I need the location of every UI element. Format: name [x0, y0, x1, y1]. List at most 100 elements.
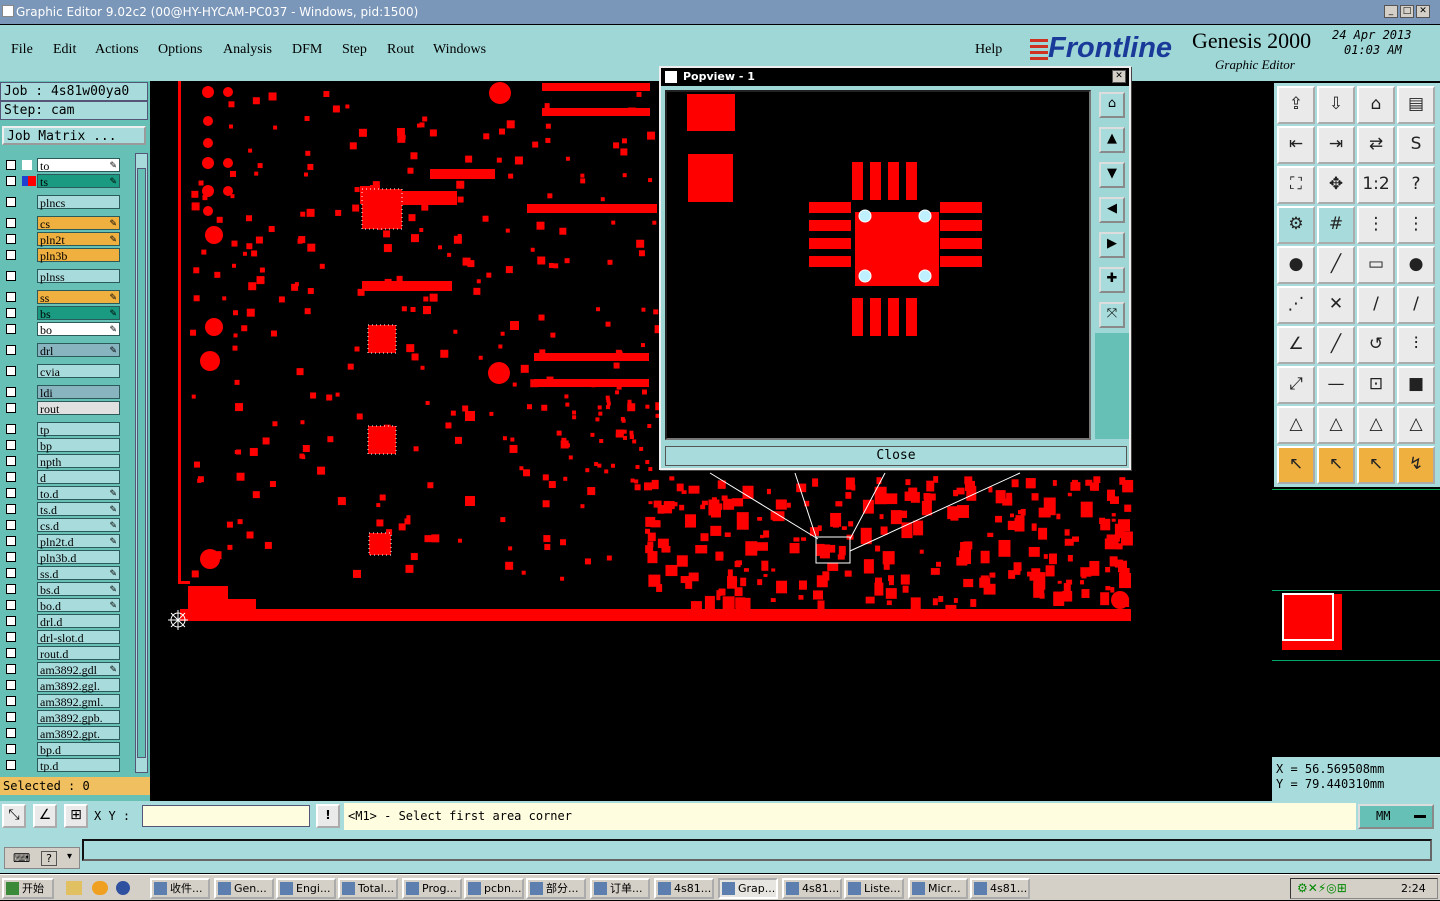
layer-row-drl[interactable]: drl ✎	[4, 343, 120, 358]
swap-icon[interactable]: ⇄	[1357, 126, 1395, 164]
layer-name[interactable]: bp.d	[37, 742, 120, 757]
layer-row-to-d[interactable]: to.d ✎	[4, 486, 120, 501]
layer-row-am3892-ggl-[interactable]: am3892.ggl.	[4, 678, 120, 693]
pan-up-icon[interactable]: ▲	[1099, 127, 1125, 153]
quicklaunch-icon[interactable]	[92, 881, 108, 895]
zoom-home-icon[interactable]: ⌂	[1099, 92, 1125, 118]
tri3-icon[interactable]: △	[1357, 406, 1395, 444]
maximize-button[interactable]: □	[1400, 5, 1414, 18]
next-icon[interactable]: ⇥	[1317, 126, 1355, 164]
layer-name[interactable]: bs.d	[37, 582, 120, 597]
menu-windows[interactable]: Windows	[433, 42, 486, 58]
open-icon[interactable]: ⇪	[1277, 86, 1315, 124]
layer-name[interactable]: tp.d	[37, 758, 120, 772]
layer-name[interactable]: pln3b.d	[37, 550, 120, 565]
layer-checkbox[interactable]	[6, 568, 16, 578]
layer-row-drl-d[interactable]: drl.d	[4, 614, 120, 629]
snap-icon[interactable]: ⋮	[1357, 206, 1395, 244]
layer-row-bp[interactable]: bp	[4, 438, 120, 453]
pointer-icon[interactable]: ↖	[1277, 446, 1315, 484]
tri4-icon[interactable]: △	[1397, 406, 1435, 444]
popview-close-icon[interactable]: ✕	[1112, 70, 1126, 83]
layer-affected-marker[interactable]	[22, 160, 32, 170]
menu-rout[interactable]: Rout	[387, 42, 414, 58]
layer-row-am3892-gml-[interactable]: am3892.gml.	[4, 694, 120, 709]
taskbar-item[interactable]: Prog...	[402, 878, 462, 899]
spread-icon[interactable]: ⫶	[1397, 326, 1435, 364]
layer-name[interactable]: bo	[37, 322, 120, 337]
layer-checkbox[interactable]	[6, 664, 16, 674]
route-icon[interactable]: ↯	[1397, 446, 1435, 484]
layer-name[interactable]: plnss	[37, 269, 120, 284]
layer-name[interactable]: npth	[37, 454, 120, 469]
slash-icon[interactable]: ╱	[1317, 326, 1355, 364]
layer-row-pln2t-d[interactable]: pln2t.d ✎	[4, 534, 120, 549]
minimize-button[interactable]: _	[1384, 5, 1398, 18]
layer-name[interactable]: cvia	[37, 364, 120, 379]
taskbar-item[interactable]: Engi...	[276, 878, 336, 899]
zoom-fit-icon[interactable]: ⤧	[1099, 302, 1125, 328]
layer-checkbox[interactable]	[6, 324, 16, 334]
layer-row-pln3b[interactable]: pln3b	[4, 248, 120, 263]
arc-icon[interactable]: ↺	[1357, 326, 1395, 364]
measure-tool-icon[interactable]: ∠	[33, 804, 57, 828]
job-matrix-button[interactable]: Job Matrix ...	[2, 126, 146, 145]
window-icon[interactable]: ▤	[1397, 86, 1435, 124]
layer-name[interactable]: ts.d	[37, 502, 120, 517]
layer-checkbox[interactable]	[6, 504, 16, 514]
query-icon[interactable]: ?	[1397, 166, 1435, 204]
layer-name[interactable]: am3892.gpb.	[37, 710, 120, 725]
layer-name[interactable]: drl-slot.d	[37, 630, 120, 645]
layer-row-ts[interactable]: ts ✎	[4, 174, 120, 189]
layer-row-bp-d[interactable]: bp.d	[4, 742, 120, 757]
close-window-button[interactable]: ✕	[1416, 5, 1430, 18]
layer-name[interactable]: rout	[37, 401, 120, 416]
layer-checkbox[interactable]	[6, 345, 16, 355]
layer-row-bs-d[interactable]: bs.d ✎	[4, 582, 120, 597]
layer-row-tp-d[interactable]: tp.d	[4, 758, 120, 772]
layer-checkbox[interactable]	[6, 552, 16, 562]
layer-name[interactable]: bs	[37, 306, 120, 321]
layer-row-pln2t[interactable]: pln2t ✎	[4, 232, 120, 247]
layer-name[interactable]: am3892.gdl	[37, 662, 120, 677]
pan-down-icon[interactable]: ▼	[1099, 162, 1125, 188]
layer-checkbox[interactable]	[6, 308, 16, 318]
popview-close-button[interactable]: Close	[665, 446, 1127, 466]
layer-checkbox[interactable]	[6, 744, 16, 754]
center-icon[interactable]: ✥	[1317, 166, 1355, 204]
layer-checkbox[interactable]	[6, 366, 16, 376]
layer-row-am3892-gpb-[interactable]: am3892.gpb.	[4, 710, 120, 725]
layer-name[interactable]: am3892.ggl.	[37, 678, 120, 693]
cross-icon[interactable]: ✕	[1317, 286, 1355, 324]
layer-name[interactable]: cs	[37, 216, 120, 231]
xy-input[interactable]	[142, 805, 310, 827]
layer-work-marker[interactable]	[28, 176, 36, 186]
layer-name[interactable]: d	[37, 470, 120, 485]
tri1-icon[interactable]: △	[1277, 406, 1315, 444]
layer-checkbox[interactable]	[6, 403, 16, 413]
menu-options[interactable]: Options	[158, 42, 202, 58]
scale-icon[interactable]: ⊡	[1357, 366, 1395, 404]
grid-icon[interactable]: #	[1317, 206, 1355, 244]
layer-row-cs[interactable]: cs ✎	[4, 216, 120, 231]
layer-checkbox[interactable]	[6, 160, 16, 170]
layer-row-tp[interactable]: tp	[4, 422, 120, 437]
menu-step[interactable]: Step	[342, 42, 367, 58]
layer-checkbox[interactable]	[6, 728, 16, 738]
pad-icon[interactable]: ●	[1277, 246, 1315, 284]
taskbar-item[interactable]: Liste...	[844, 878, 904, 899]
menu-edit[interactable]: Edit	[53, 42, 76, 58]
layer-row-bo[interactable]: bo ✎	[4, 322, 120, 337]
shapes-icon[interactable]: ■	[1397, 366, 1435, 404]
alert-icon[interactable]: !	[316, 804, 340, 828]
menu-dfm[interactable]: DFM	[292, 42, 322, 58]
layer-checkbox[interactable]	[6, 440, 16, 450]
layer-name[interactable]: pln2t	[37, 232, 120, 247]
pan-left-icon[interactable]: ◀	[1099, 197, 1125, 223]
layer-checkbox[interactable]	[6, 234, 16, 244]
connect-icon[interactable]: ⋰	[1277, 286, 1315, 324]
layer-name[interactable]: pln3b	[37, 248, 120, 263]
taskbar-item[interactable]: 4s81...	[970, 878, 1030, 899]
layer-name[interactable]: am3892.gpt.	[37, 726, 120, 741]
layer-name[interactable]: plncs	[37, 195, 120, 210]
